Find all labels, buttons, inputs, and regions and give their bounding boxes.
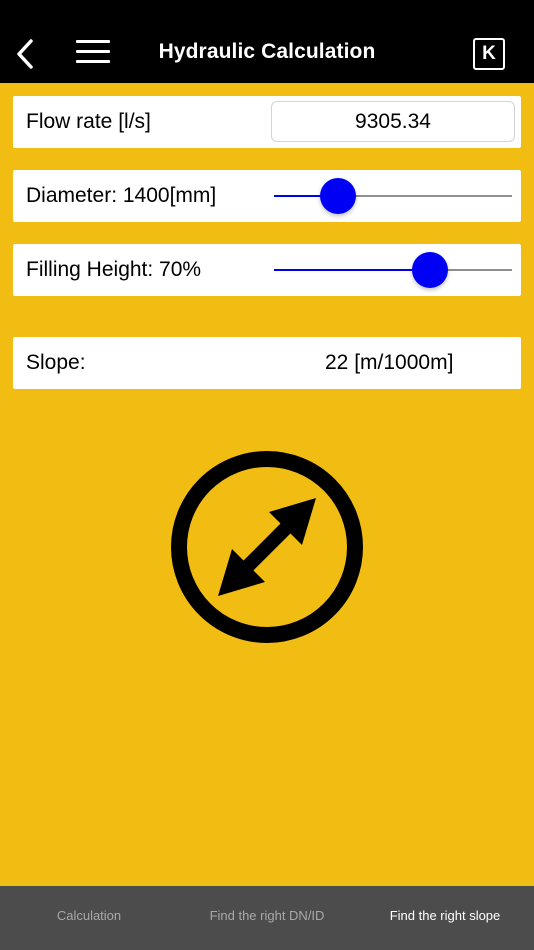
slider-thumb[interactable] [320, 178, 357, 214]
flow-rate-label: Flow rate [l/s] [26, 110, 151, 133]
slope-row: Slope: 22 [m/1000m] [13, 337, 521, 389]
filling-height-slider[interactable] [274, 252, 512, 288]
slider-track-fill [274, 269, 430, 271]
page-title: Hydraulic Calculation [158, 40, 376, 63]
diameter-row: Diameter: 1400[mm] [13, 170, 521, 222]
filling-height-label: Filling Height: 70% [26, 258, 202, 281]
flow-rate-input[interactable]: 9305.34 [271, 101, 515, 142]
diagonal-double-arrow-icon [171, 451, 363, 643]
tab-find-dn-id[interactable]: Find the right DN/ID [178, 908, 356, 923]
tab-find-slope[interactable]: Find the right slope [356, 908, 534, 923]
k-logo-icon[interactable]: K [473, 38, 505, 70]
tab-calculation[interactable]: Calculation [0, 908, 178, 923]
nav-header: Hydraulic Calculation K [0, 0, 534, 83]
slider-thumb[interactable] [411, 252, 448, 288]
slope-value: 22 [m/1000m] [325, 351, 454, 374]
filling-height-row: Filling Height: 70% [13, 244, 521, 296]
flow-rate-row: Flow rate [l/s] 9305.34 [13, 96, 521, 148]
tab-bar: Calculation Find the right DN/ID Find th… [0, 886, 534, 950]
diameter-label: Diameter: 1400[mm] [26, 184, 217, 207]
slope-label: Slope: [26, 351, 86, 374]
diameter-slider[interactable] [274, 178, 512, 214]
